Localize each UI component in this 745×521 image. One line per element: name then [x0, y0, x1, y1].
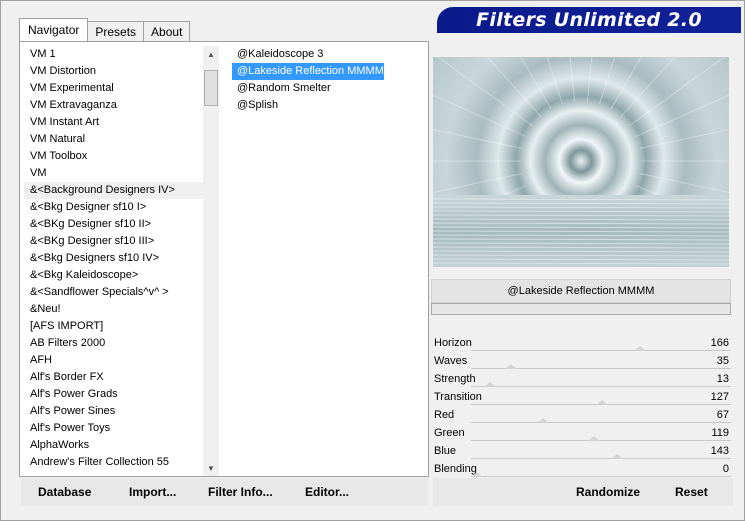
param-label: Horizon — [434, 337, 472, 349]
slider-track[interactable] — [471, 440, 731, 441]
category-item[interactable]: VM Toolbox — [24, 148, 204, 165]
title-banner: Filters Unlimited 2.0 — [437, 7, 741, 33]
category-item[interactable]: VM — [24, 165, 204, 182]
category-item[interactable]: Alf's Power Sines — [24, 403, 204, 420]
slider-knob[interactable] — [595, 400, 608, 405]
slider-knob[interactable] — [611, 454, 624, 459]
param-value: 143 — [710, 445, 729, 457]
filter-item[interactable]: @Random Smelter — [232, 80, 331, 97]
category-item[interactable]: &<Bkg Designers sf10 IV> — [24, 250, 204, 267]
category-item[interactable]: &<BKg Designer sf10 II> — [24, 216, 204, 233]
filter-item[interactable]: @Kaleidoscope 3 — [232, 46, 323, 63]
scroll-up-icon[interactable]: ▲ — [203, 46, 219, 62]
category-item[interactable]: VM Extravaganza — [24, 97, 204, 114]
preview-artwork — [433, 57, 729, 267]
slider-knob[interactable] — [536, 418, 549, 423]
import-button[interactable]: Import... — [129, 478, 176, 506]
category-item[interactable]: VM Instant Art — [24, 114, 204, 131]
category-item[interactable]: Alf's Power Grads — [24, 386, 204, 403]
category-list: VM 1 VM Distortion VM Experimental VM Extra… — [24, 46, 204, 474]
filter-list: @Kaleidoscope 3 @Lakeside Reflection MMMM… — [232, 46, 426, 474]
slider-track[interactable] — [471, 458, 731, 459]
param-strength[interactable]: Strength 13 — [431, 370, 731, 388]
progress-bar — [431, 303, 731, 315]
param-value: 119 — [711, 427, 729, 439]
param-label: Red — [434, 409, 455, 421]
filter-name-display: @Lakeside Reflection MMMM — [431, 279, 731, 303]
navigator-panel: VM 1 VM Distortion VM Experimental VM Extra… — [19, 41, 429, 477]
category-item[interactable]: [AFS IMPORT] — [24, 318, 204, 335]
preview-image — [433, 57, 729, 267]
category-item[interactable]: &<Sandflower Specials^v^ > — [24, 284, 204, 301]
param-value: 166 — [710, 337, 729, 349]
category-item[interactable]: VM Distortion — [24, 63, 204, 80]
param-green[interactable]: Green 119 — [431, 424, 731, 442]
category-item[interactable]: VM Experimental — [24, 80, 204, 97]
filter-item[interactable]: @Lakeside Reflection MMMM — [232, 63, 384, 80]
randomize-button[interactable]: Randomize — [576, 478, 640, 506]
category-item[interactable]: &<Bkg Designer sf10 I> — [24, 199, 204, 216]
category-item[interactable]: AlphaWorks — [24, 437, 204, 454]
category-item[interactable]: Alf's Power Toys — [24, 420, 204, 437]
category-item[interactable]: VM 1 — [24, 46, 204, 63]
scroll-down-icon[interactable]: ▼ — [203, 460, 219, 476]
param-label: Green — [434, 427, 465, 439]
bottom-toolbar-right: Randomize Reset — [433, 478, 733, 506]
param-label: Blue — [434, 445, 457, 457]
slider-track[interactable] — [471, 386, 731, 387]
editor-button[interactable]: Editor... — [305, 478, 349, 506]
param-blue[interactable]: Blue 143 — [431, 442, 731, 460]
category-item[interactable]: &<BKg Designer sf10 III> — [24, 233, 204, 250]
param-label: Waves — [434, 355, 468, 367]
param-value: 127 — [710, 391, 729, 403]
param-value: 0 — [722, 463, 729, 475]
filter-item[interactable]: @Splish — [232, 97, 278, 114]
category-item[interactable]: Andrew's Filter Collection 55 — [24, 454, 204, 471]
slider-track[interactable] — [471, 350, 731, 351]
filter-info-button[interactable]: Filter Info... — [208, 478, 273, 506]
slider-knob[interactable] — [505, 364, 518, 369]
param-value: 35 — [716, 355, 729, 367]
category-item[interactable]: VM Natural — [24, 131, 204, 148]
tab-about[interactable]: About — [143, 21, 191, 41]
tab-navigator[interactable]: Navigator — [19, 18, 89, 41]
param-label: Strength — [434, 373, 476, 385]
category-item[interactable]: &Neu! — [24, 301, 204, 318]
app-title: Filters Unlimited 2.0 — [476, 9, 702, 31]
parameter-sliders: Horizon 166 Waves 35 Strength 13 Transition 127… — [431, 334, 731, 478]
param-waves[interactable]: Waves 35 — [431, 352, 731, 370]
category-item[interactable]: &<Bkg Kaleidoscope> — [24, 267, 204, 284]
slider-knob[interactable] — [633, 346, 646, 351]
database-button[interactable]: Database — [38, 478, 91, 506]
category-item[interactable]: Alf's Border FX — [24, 369, 204, 386]
bottom-toolbar-left: Database Import... Filter Info... Editor… — [21, 478, 428, 506]
tab-bar: Navigator Presets About — [19, 18, 191, 41]
category-scrollbar[interactable]: ▲ ▼ — [203, 46, 219, 476]
category-item[interactable]: AB Filters 2000 — [24, 335, 204, 352]
param-value: 67 — [716, 409, 729, 421]
category-item[interactable]: AFH — [24, 352, 204, 369]
category-item[interactable]: &<Background Designers IV> — [24, 182, 204, 199]
param-horizon[interactable]: Horizon 166 — [431, 334, 731, 352]
slider-knob[interactable] — [471, 472, 483, 477]
filters-unlimited-window: Navigator Presets About Filters Unlimite… — [0, 0, 745, 521]
tab-presets[interactable]: Presets — [87, 21, 145, 41]
param-blending[interactable]: Blending 0 — [431, 460, 731, 478]
scrollbar-thumb[interactable] — [204, 70, 218, 106]
reset-button[interactable]: Reset — [675, 478, 708, 506]
param-transition[interactable]: Transition 127 — [431, 388, 731, 406]
slider-knob[interactable] — [587, 436, 600, 441]
param-value: 13 — [716, 373, 729, 385]
slider-track[interactable] — [471, 476, 731, 477]
param-red[interactable]: Red 67 — [431, 406, 731, 424]
slider-knob[interactable] — [483, 382, 496, 387]
slider-track[interactable] — [471, 422, 731, 423]
